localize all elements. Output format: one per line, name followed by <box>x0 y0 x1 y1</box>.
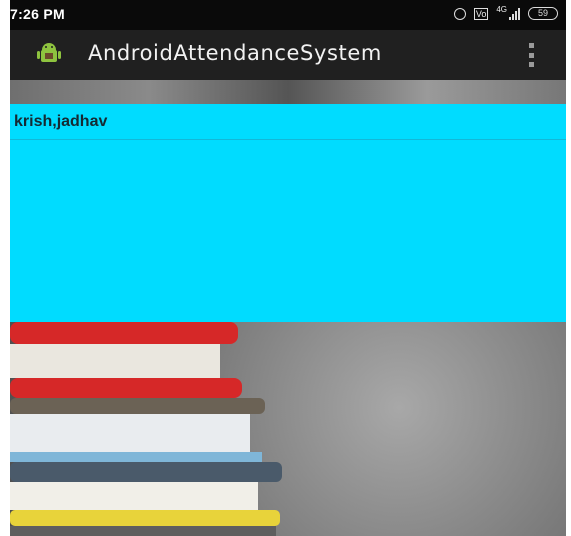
list-item-label: krish,jadhav <box>14 113 108 130</box>
books-illustration <box>10 322 282 536</box>
network-type-label: 4G <box>496 5 507 14</box>
vo-lte-icon: Vo <box>473 7 489 20</box>
student-list: krish,jadhav <box>10 104 566 322</box>
overflow-menu-button[interactable] <box>526 43 536 67</box>
list-item[interactable]: krish,jadhav <box>10 104 566 140</box>
alarm-icon <box>453 7 466 20</box>
app-title: AndroidAttendanceSystem <box>88 41 382 65</box>
signal-icon <box>509 7 520 20</box>
battery-icon: 59 <box>528 7 558 20</box>
phone-screen: 7:26 PM Vo 4G 59 AndroidAttendanceSystem <box>10 0 566 536</box>
background-books-image <box>10 322 566 536</box>
status-icons: Vo 4G 59 <box>453 5 558 20</box>
android-icon <box>37 43 61 62</box>
overflow-menu-icon <box>528 43 534 48</box>
status-bar: 7:26 PM Vo 4G 59 <box>10 0 566 30</box>
status-time: 7:26 PM <box>10 6 66 22</box>
action-bar: AndroidAttendanceSystem <box>10 30 566 80</box>
background-image-strip <box>10 80 566 104</box>
